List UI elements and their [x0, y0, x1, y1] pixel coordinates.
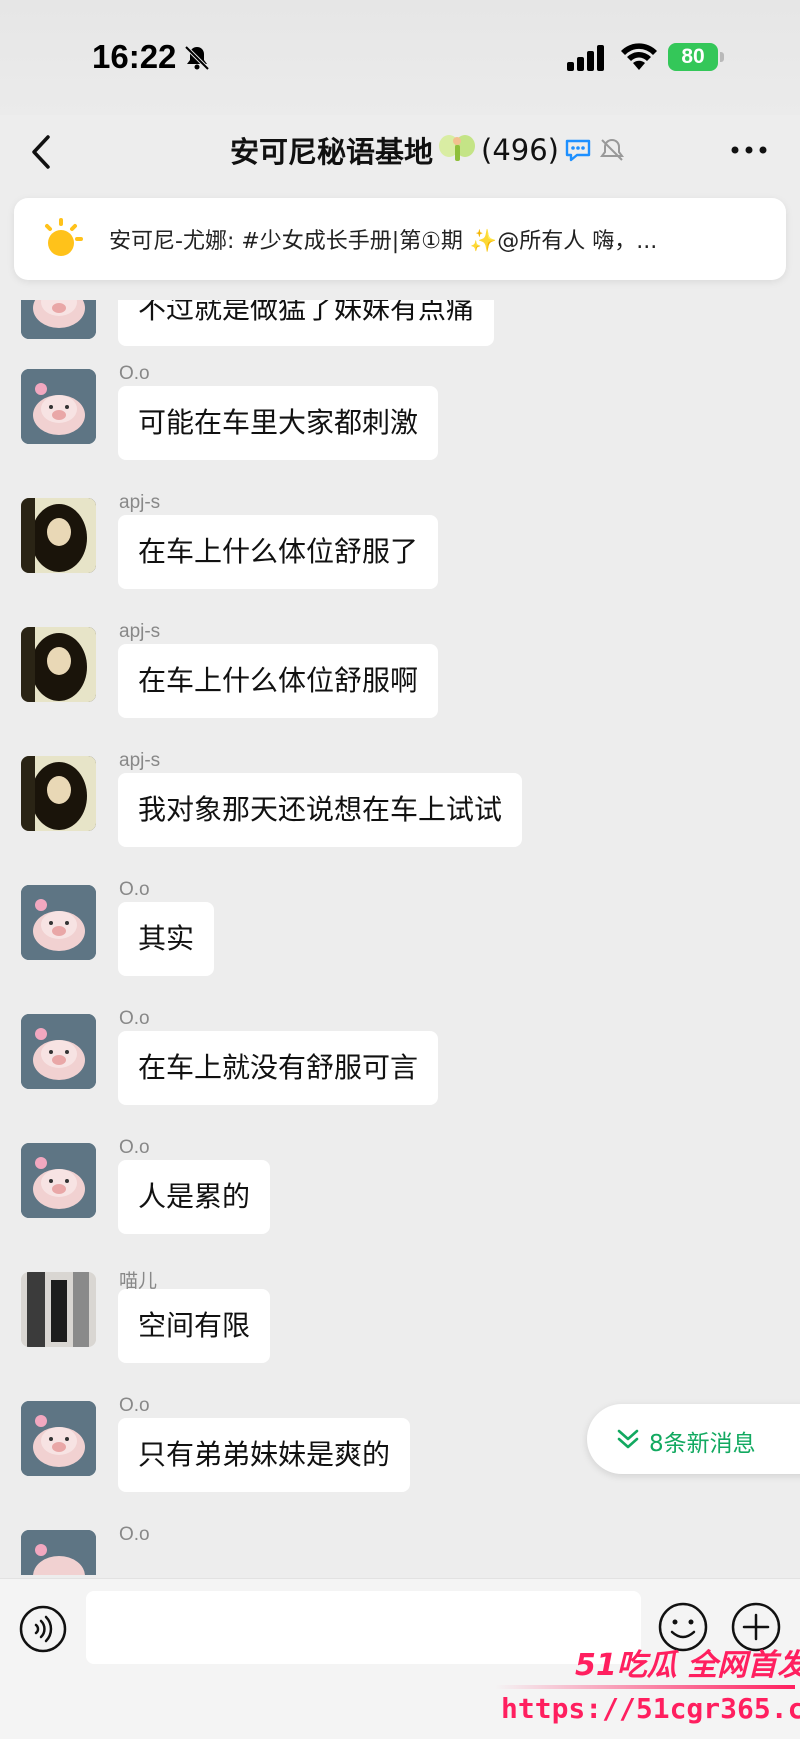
avatar[interactable]: [21, 1401, 96, 1476]
sender-name: O.o: [119, 879, 150, 900]
message-bubble[interactable]: 只有弟弟妹妹是爽的: [118, 1418, 411, 1492]
watermark-brand: 51吃瓜 全网首发: [575, 1648, 800, 1683]
avatar[interactable]: [21, 1272, 96, 1347]
sender-name: O.o: [119, 1524, 150, 1545]
pinned-text: 安可尼-尤娜: #少女成长手册|第①期 ✨@所有人 嗨，...: [109, 229, 658, 254]
message-bubble[interactable]: 不过就是做猛了妹妹有点痛: [118, 300, 495, 346]
message-bubble[interactable]: 空间有限: [118, 1289, 271, 1363]
pinned-announcement[interactable]: 安可尼-尤娜: #少女成长手册|第①期 ✨@所有人 嗨，...: [14, 198, 786, 280]
sender-name: O.o: [119, 1008, 150, 1029]
avatar[interactable]: [21, 1530, 96, 1575]
sun-icon: [45, 218, 83, 256]
watermark-url: https://51cgr365.com: [501, 1692, 800, 1725]
double-chevron-down-icon: [617, 1429, 639, 1449]
message-bubble[interactable]: 可能在车里大家都刺激: [118, 386, 439, 460]
voice-input-icon[interactable]: [18, 1604, 68, 1654]
back-arrow-icon[interactable]: [22, 127, 62, 177]
sender-name: O.o: [119, 363, 150, 384]
chat-title-group[interactable]: 安可尼秘语基地 (496): [230, 128, 627, 172]
message-bubble[interactable]: 其实: [118, 902, 215, 976]
watermark: 51吃瓜 全网首发 https://51cgr365.com: [495, 1640, 800, 1739]
sender-name: apj-s: [119, 492, 161, 513]
message-list[interactable]: 不过就是做猛了妹妹有点痛 O.o 可能在车里大家都刺激 apj-s 在车上什么体…: [0, 300, 800, 1575]
new-messages-button[interactable]: 8条新消息: [587, 1404, 800, 1474]
sender-name: apj-s: [119, 750, 161, 771]
status-time: 16:22: [92, 38, 177, 75]
more-options-icon[interactable]: [725, 140, 775, 160]
signal-icon: [567, 45, 604, 71]
watermark-line: [495, 1685, 795, 1689]
message-bubble[interactable]: 我对象那天还说想在车上试试: [118, 773, 523, 847]
avatar[interactable]: [21, 369, 96, 444]
avatar[interactable]: [21, 1014, 96, 1089]
status-bar: 16:22 80: [0, 0, 800, 115]
sender-name: O.o: [119, 1395, 150, 1416]
avatar[interactable]: [21, 756, 96, 831]
avatar[interactable]: [21, 627, 96, 702]
member-count: (496): [481, 133, 559, 167]
message-bubble[interactable]: 人是累的: [118, 1160, 271, 1234]
message-bubble[interactable]: 在车上就没有舒服可言: [118, 1031, 439, 1105]
new-messages-label: 8条新消息: [649, 1431, 756, 1457]
chat-title: 安可尼秘语基地: [230, 135, 434, 169]
message-bubble[interactable]: 在车上什么体位舒服啊: [118, 644, 439, 718]
chat-bubble-icon: [565, 139, 591, 162]
mute-bell-icon: [600, 138, 624, 161]
chat-header: 安可尼秘语基地 (496): [0, 115, 800, 200]
fairy-icon: [439, 135, 476, 161]
sender-name: apj-s: [119, 621, 161, 642]
sender-name: O.o: [119, 1137, 150, 1158]
avatar[interactable]: [21, 1143, 96, 1218]
message-bubble[interactable]: 在车上什么体位舒服了: [118, 515, 439, 589]
avatar[interactable]: [21, 498, 96, 573]
battery-indicator: 80: [668, 43, 724, 71]
wifi-icon: [621, 43, 657, 70]
avatar[interactable]: [21, 300, 96, 339]
bell-off-icon: [184, 45, 210, 71]
avatar[interactable]: [21, 885, 96, 960]
